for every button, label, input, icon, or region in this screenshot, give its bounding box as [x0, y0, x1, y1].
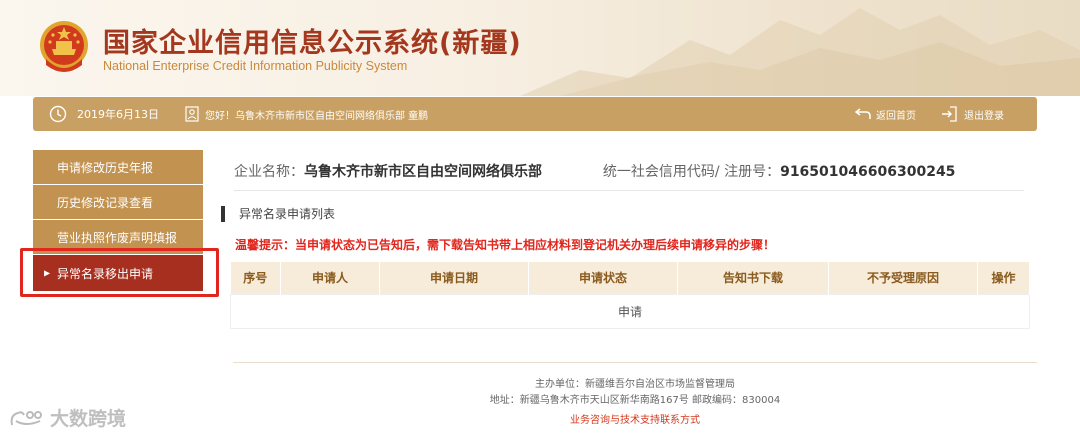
credit-code-value: 916501046606300245 [780, 164, 956, 180]
sidebar-nav: 申请修改历史年报 历史修改记录查看 营业执照作废声明填报 ▶ 异常名录移出申请 [33, 150, 203, 292]
sidebar-item-abnormal-list-removal[interactable]: ▶ 异常名录移出申请 [33, 255, 203, 291]
sidebar-item-label: 历史修改记录查看 [57, 195, 154, 210]
national-emblem-icon [40, 21, 88, 72]
logout-label: 退出登录 [964, 110, 1004, 122]
greeting-text: 您好！乌鲁木齐市新市区自由空间网络俱乐部 童鹏 [205, 110, 429, 122]
column-header: 序号 [230, 262, 281, 294]
logout-icon [942, 106, 957, 122]
sidebar-item-label: 异常名录移出申请 [57, 266, 154, 281]
caret-right-icon: ▶ [44, 268, 51, 278]
table-header-row: 序号 申请人 申请日期 申请状态 告知书下载 不予受理原因 操作 [230, 262, 1030, 294]
apply-button[interactable]: 申请 [230, 293, 1030, 329]
column-header: 操作 [977, 262, 1030, 294]
home-label: 返回首页 [876, 110, 916, 122]
credit-code-label: 统一社会信用代码/ 注册号： [602, 164, 781, 180]
footer-divider [233, 362, 1037, 363]
clock-icon [49, 105, 67, 123]
site-footer: 主办单位：新疆维吾尔自治区市场监督管理局 地址：新疆乌鲁木齐市天山区新华南路16… [220, 377, 1050, 429]
date-text: 2019年6月13日 [77, 108, 159, 121]
footer-organizer: 主办单位：新疆维吾尔自治区市场监督管理局 [535, 379, 735, 390]
site-title: 国家企业信用信息公示系统(新疆) [103, 28, 522, 59]
sidebar-item-annual-report-history[interactable]: 申请修改历史年报 [33, 150, 203, 184]
user-card-icon [185, 106, 199, 122]
top-toolbar: 2019年6月13日 您好！乌鲁木齐市新市区自由空间网络俱乐部 童鹏 返回首页 … [33, 97, 1037, 131]
return-arrow-icon [855, 108, 871, 119]
sidebar-item-label: 营业执照作废声明填报 [57, 230, 178, 245]
company-label: 企业名称： [234, 164, 304, 180]
table-row: 申请 [230, 293, 1030, 329]
column-header: 告知书下载 [677, 262, 829, 294]
sidebar-item-label: 申请修改历史年报 [57, 160, 154, 175]
column-header: 申请状态 [528, 262, 678, 294]
watermark: 大数跨境 [8, 404, 126, 431]
home-link[interactable]: 返回首页 [855, 97, 916, 131]
sidebar-item-modification-records[interactable]: 历史修改记录查看 [33, 185, 203, 219]
site-header: 国家企业信用信息公示系统(新疆) National Enterprise Cre… [0, 0, 1080, 96]
column-header: 不予受理原因 [828, 262, 978, 294]
site-subtitle: National Enterprise Credit Information P… [103, 59, 408, 73]
application-table: 序号 申请人 申请日期 申请状态 告知书下载 不予受理原因 操作 申请 [230, 262, 1030, 329]
support-contact-link[interactable]: 业务咨询与技术支持联系方式 [220, 413, 1050, 429]
company-info: 企业名称：乌鲁木齐市新市区自由空间网络俱乐部 统一社会信用代码/ 注册号：916… [234, 161, 1024, 191]
warm-notice: 温馨提示：当申请状态为已告知后，需下载告知书带上相应材料到登记机关办理后续申请移… [235, 238, 776, 252]
column-header: 申请人 [280, 262, 380, 294]
user-greeting: 您好！乌鲁木齐市新市区自由空间网络俱乐部 童鹏 [185, 97, 428, 131]
column-header: 申请日期 [379, 262, 529, 294]
watermark-logo-icon [10, 410, 42, 425]
section-title: 异常名录申请列表 [221, 206, 335, 222]
mountain-background-icon [520, 8, 1080, 96]
main-content: 企业名称：乌鲁木齐市新市区自由空间网络俱乐部 统一社会信用代码/ 注册号：916… [221, 150, 1037, 360]
company-name: 乌鲁木齐市新市区自由空间网络俱乐部 [304, 164, 542, 180]
watermark-text: 大数跨境 [50, 408, 127, 430]
footer-address: 地址：新疆乌鲁木齐市天山区新华南路167号 邮政编码：830004 [489, 395, 781, 406]
logout-link[interactable]: 退出登录 [941, 97, 1004, 131]
sidebar-item-license-void-statement[interactable]: 营业执照作废声明填报 [33, 220, 203, 254]
date-display: 2019年6月13日 [49, 97, 159, 131]
